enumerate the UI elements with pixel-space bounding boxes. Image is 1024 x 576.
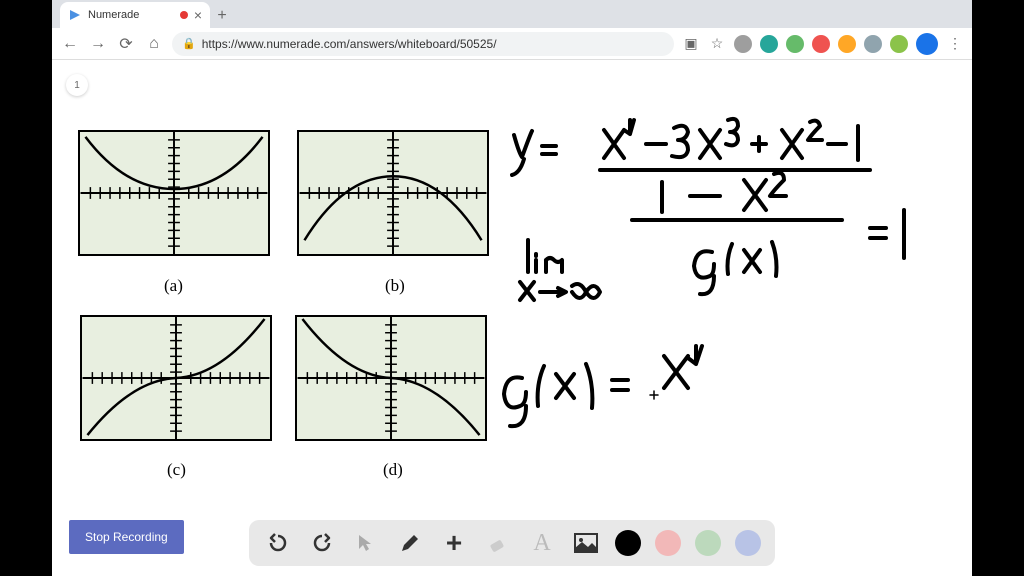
recording-indicator-icon (180, 11, 188, 19)
redo-button[interactable] (307, 528, 337, 558)
extension-icon[interactable] (890, 35, 908, 53)
extension-icon[interactable] (760, 35, 778, 53)
color-red[interactable] (655, 530, 681, 556)
pointer-tool[interactable] (351, 528, 381, 558)
whiteboard-toolbar: + A (249, 520, 775, 566)
image-tool[interactable] (571, 528, 601, 558)
add-tool[interactable]: + (439, 528, 469, 558)
address-bar: ← → ⟳ ⌂ 🔒 https://www.numerade.com/answe… (52, 28, 972, 60)
graph-label-c: (c) (167, 460, 186, 480)
tab-bar: Numerade × + (52, 0, 972, 28)
color-black[interactable] (615, 530, 641, 556)
graph-label-b: (b) (385, 276, 405, 296)
menu-icon[interactable]: ⋮ (946, 35, 964, 53)
numerade-favicon-icon (68, 8, 82, 22)
graph-c (80, 315, 272, 441)
profile-avatar[interactable] (916, 33, 938, 55)
tab-title: Numerade (88, 9, 139, 21)
home-button[interactable]: ⌂ (144, 34, 164, 54)
extension-icon[interactable] (864, 35, 882, 53)
graph-label-a: (a) (164, 276, 183, 296)
graph-a (78, 130, 270, 256)
lock-icon: 🔒 (182, 37, 196, 50)
eraser-tool[interactable] (483, 528, 513, 558)
extension-icon[interactable] (734, 35, 752, 53)
toolbar-icons: ▣ ☆ ⋮ (682, 33, 964, 55)
new-tab-button[interactable]: + (210, 4, 234, 28)
back-button[interactable]: ← (60, 34, 80, 54)
forward-button[interactable]: → (88, 34, 108, 54)
extension-icon[interactable] (812, 35, 830, 53)
text-tool[interactable]: A (527, 528, 557, 558)
undo-button[interactable] (263, 528, 293, 558)
color-blue[interactable] (735, 530, 761, 556)
graph-label-d: (d) (383, 460, 403, 480)
graph-b (297, 130, 489, 256)
extension-icon[interactable] (838, 35, 856, 53)
close-tab-icon[interactable]: × (194, 7, 202, 23)
graph-d (295, 315, 487, 441)
pen-tool[interactable] (395, 528, 425, 558)
page-number-badge[interactable]: 1 (66, 74, 88, 96)
bookmark-star-icon[interactable]: ☆ (708, 35, 726, 53)
url-text: https://www.numerade.com/answers/whitebo… (202, 37, 497, 51)
browser-window: Numerade × + ← → ⟳ ⌂ 🔒 https://www.numer… (52, 0, 972, 576)
whiteboard-content: 1 (a) (52, 60, 972, 576)
extension-icon[interactable] (786, 35, 804, 53)
color-green[interactable] (695, 530, 721, 556)
stop-recording-button[interactable]: Stop Recording (69, 520, 184, 554)
reload-button[interactable]: ⟳ (116, 34, 136, 54)
browser-tab[interactable]: Numerade × (60, 2, 210, 28)
camera-icon[interactable]: ▣ (682, 35, 700, 53)
url-field[interactable]: 🔒 https://www.numerade.com/answers/white… (172, 32, 674, 56)
